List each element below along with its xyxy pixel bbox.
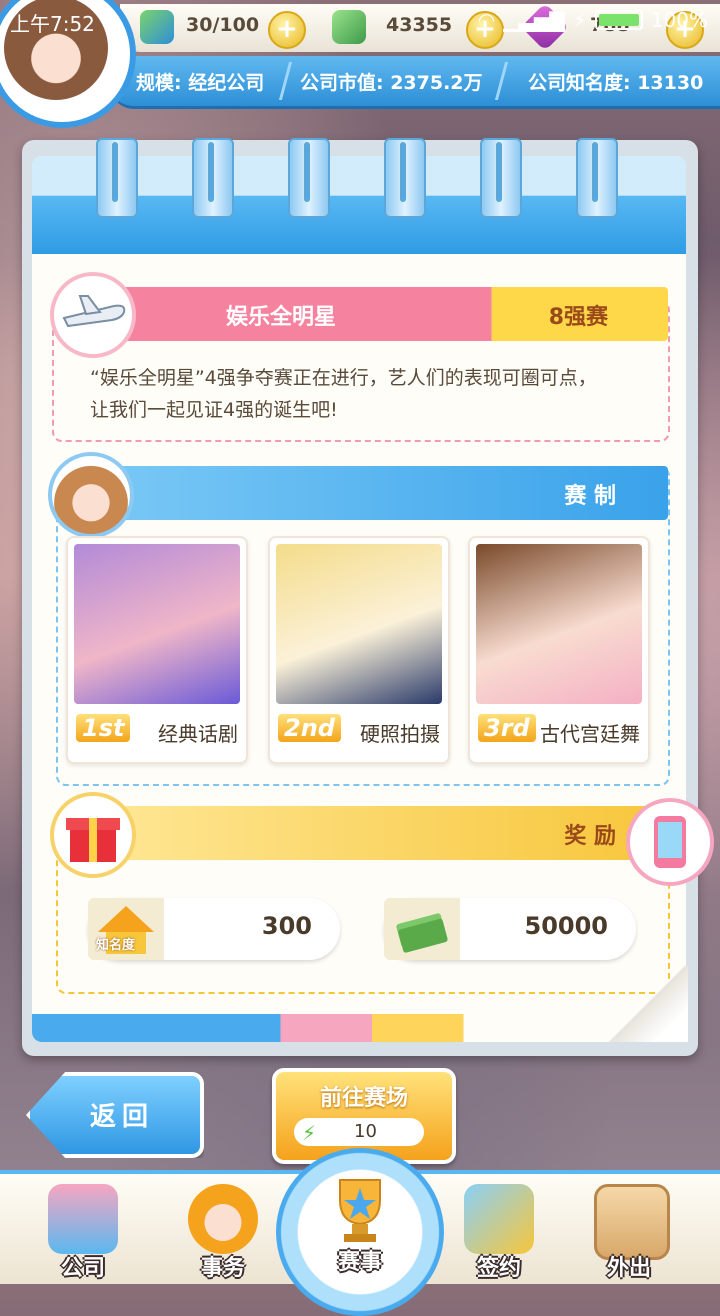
airplane-icon — [50, 272, 136, 358]
reward-money: 50000 — [384, 898, 636, 960]
round-rank: 2nd — [278, 714, 341, 742]
round-name: 古代宫廷舞 — [540, 722, 640, 746]
page-curl — [604, 966, 688, 1042]
contract-icon — [464, 1184, 534, 1254]
cash-icon — [384, 898, 460, 960]
description-line: 让我们一起见证4强的诞生吧! — [90, 399, 338, 421]
round-card-3[interactable]: 3rd 古代宫廷舞 — [468, 536, 650, 764]
round-name: 硬照拍摄 — [360, 722, 440, 746]
go-arena-label: 前往赛场 — [319, 1086, 408, 1111]
money-reward-value: 50000 — [524, 912, 609, 940]
company-fame: 公司知名度: 13130 — [528, 72, 704, 94]
company-scale: 规模: 经纪公司 — [136, 72, 265, 94]
fame-icon: 知名度 — [88, 898, 164, 960]
idol-portrait — [74, 544, 240, 704]
fame-icon-label: 知名度 — [96, 938, 136, 953]
reward-title: 奖 励 — [564, 824, 616, 849]
battery-percent: 100% — [650, 8, 708, 32]
back-label: 返回 — [90, 1102, 155, 1132]
nav-events[interactable]: 赛事 — [276, 1148, 444, 1316]
charging-icon: ⚡ — [572, 8, 587, 32]
divider — [494, 62, 515, 100]
event-title-bar: 娱乐全明星 8强赛 — [80, 287, 668, 341]
nav-company[interactable]: 公司 — [28, 1180, 138, 1281]
binder-ring — [480, 138, 522, 218]
nav-label: 公司 — [60, 1256, 105, 1281]
idol-portrait — [476, 544, 642, 704]
wifi-icon: ◠ — [477, 8, 496, 32]
event-stage: 8强赛 — [548, 305, 608, 330]
manager-icon — [188, 1184, 258, 1254]
company-info-strip: 规模: 经纪公司 公司市值: 2375.2万 公司知名度: 13130 — [110, 56, 720, 109]
clock: 上午7:52 — [10, 12, 95, 36]
trophy-icon — [320, 1170, 400, 1250]
energy-icon: ⚡ — [302, 1121, 317, 1145]
event-title: 娱乐全明星 — [226, 305, 337, 330]
format-title-bar: 赛 制 — [80, 466, 668, 520]
reward-title-bar: 奖 励 — [80, 806, 668, 860]
round-name: 经典话剧 — [158, 722, 238, 746]
nav-contract[interactable]: 签约 — [444, 1180, 554, 1281]
market-value: 公司市值: 2375.2万 — [300, 72, 483, 94]
round-card-2[interactable]: 2nd 硬照拍摄 — [268, 536, 450, 764]
signal-icon: ▁▃▅▇ — [503, 8, 565, 32]
nav-label: 签约 — [476, 1256, 521, 1281]
binder-ring — [288, 138, 330, 218]
gift-icon — [50, 792, 136, 878]
binder-ring — [96, 138, 138, 218]
event-description: “娱乐全明星”4强争夺赛正在进行，艺人们的表现可圈可点， 让我们一起见证4强的诞… — [90, 362, 650, 426]
round-rank: 3rd — [478, 714, 536, 742]
battery-icon — [594, 10, 643, 30]
nav-label: 事务 — [200, 1256, 245, 1281]
building-icon — [48, 1184, 118, 1254]
door-icon — [594, 1184, 670, 1260]
status-bar: 上午7:52 ◠ ▁▃▅▇ ⚡ 100% — [0, 0, 720, 40]
nav-label: 外出 — [606, 1256, 651, 1281]
binder-ring — [576, 138, 618, 218]
notebook-tabs — [32, 1014, 686, 1042]
binder-ring — [192, 138, 234, 218]
idol-portrait — [276, 544, 442, 704]
description-line: “娱乐全明星”4强争夺赛正在进行，艺人们的表现可圈可点， — [90, 367, 597, 389]
reward-fame: 知名度 300 — [88, 898, 340, 960]
nav-outing[interactable]: 外出 — [574, 1180, 684, 1281]
round-rank: 1st — [76, 714, 131, 742]
nav-label: 赛事 — [337, 1250, 382, 1275]
cost-value: 10 — [354, 1121, 377, 1142]
nav-affairs[interactable]: 事务 — [168, 1180, 278, 1281]
binder-ring — [384, 138, 426, 218]
divider — [278, 62, 299, 100]
format-title: 赛 制 — [564, 484, 616, 509]
manager-icon — [48, 452, 134, 538]
cost-field: ⚡ 10 — [294, 1118, 424, 1146]
phone-icon — [626, 798, 714, 886]
fame-value: 300 — [261, 912, 312, 940]
round-card-1[interactable]: 1st 经典话剧 — [66, 536, 248, 764]
status-icons: ◠ ▁▃▅▇ ⚡ 100% — [478, 8, 708, 32]
